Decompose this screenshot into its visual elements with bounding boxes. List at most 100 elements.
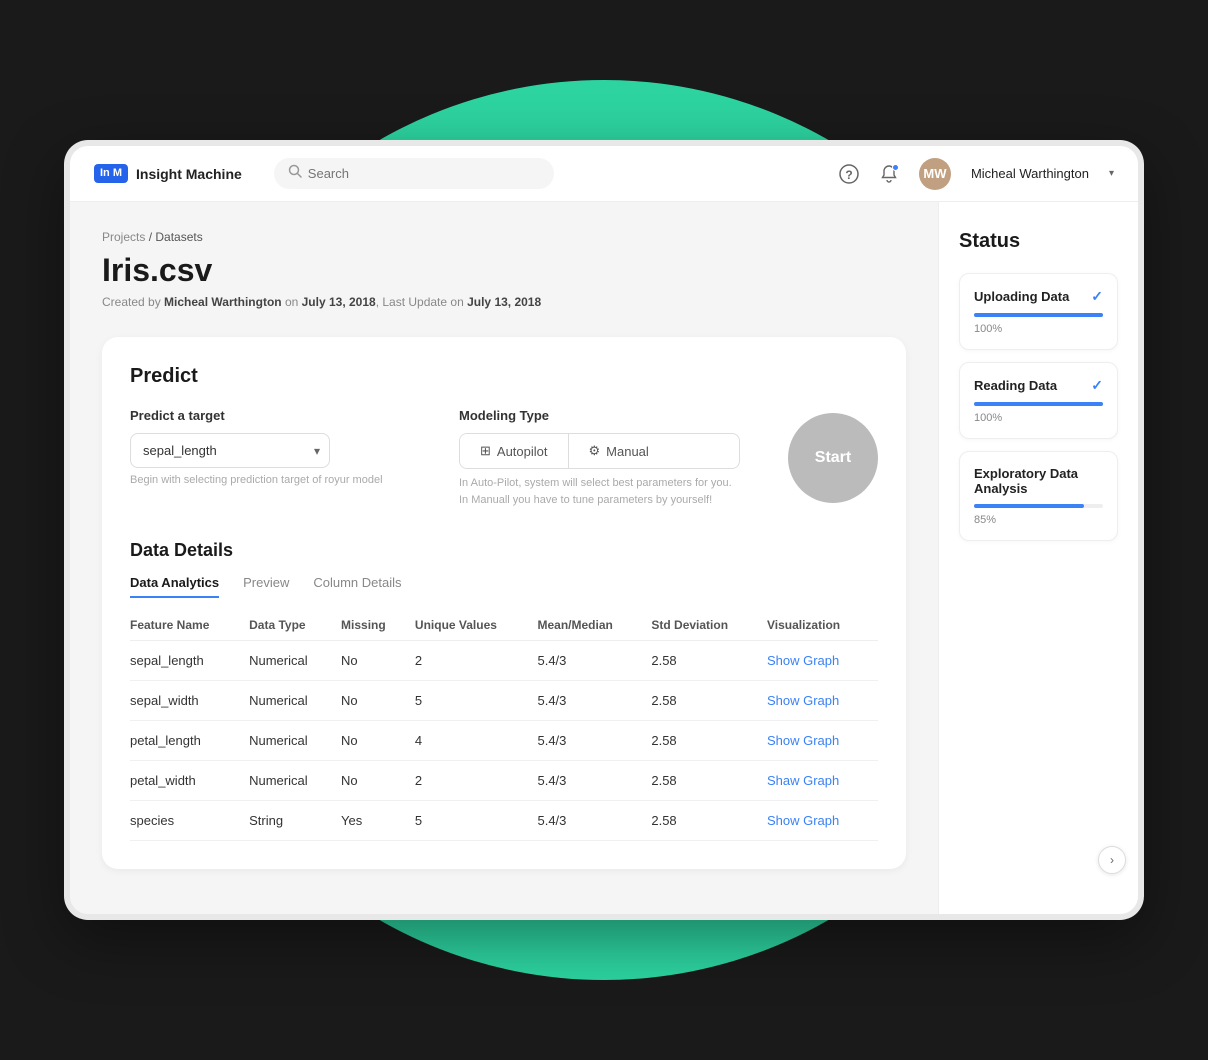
cell-mean-median: 5.4/3 bbox=[537, 761, 651, 801]
search-icon bbox=[288, 164, 302, 183]
autopilot-icon: ⊞ bbox=[480, 443, 491, 459]
table-row: species String Yes 5 5.4/3 2.58 Show Gra… bbox=[130, 801, 878, 841]
status-bar-fill bbox=[974, 504, 1084, 508]
cell-feature: species bbox=[130, 801, 249, 841]
page-title: Iris.csv bbox=[102, 252, 906, 289]
predict-row: Predict a target sepal_length sepal_widt… bbox=[130, 408, 878, 508]
tab-column-details[interactable]: Column Details bbox=[313, 575, 401, 598]
device-frame: In M Insight Machine ? bbox=[64, 140, 1144, 920]
expand-sidebar-button[interactable]: › bbox=[1098, 846, 1126, 874]
show-graph-link[interactable]: Show Graph bbox=[767, 813, 839, 828]
status-pct: 100% bbox=[974, 412, 1103, 424]
autopilot-label: Autopilot bbox=[497, 444, 548, 459]
start-button[interactable]: Start bbox=[788, 413, 878, 503]
breadcrumb-projects[interactable]: Projects bbox=[102, 230, 145, 244]
status-check-icon: ✓ bbox=[1091, 377, 1103, 394]
cell-unique: 5 bbox=[415, 801, 538, 841]
modeling-hint: In Auto-Pilot, system will select best p… bbox=[459, 475, 739, 508]
show-graph-link[interactable]: Show Graph bbox=[767, 733, 839, 748]
last-update-date: July 13, 2018 bbox=[467, 295, 541, 309]
page-subtitle: Created by Micheal Warthington on July 1… bbox=[102, 295, 906, 309]
col-data-type: Data Type bbox=[249, 610, 341, 641]
scene: In M Insight Machine ? bbox=[0, 0, 1208, 1060]
creator-name: Micheal Warthington bbox=[164, 295, 282, 309]
show-graph-link[interactable]: Show Graph bbox=[767, 653, 839, 668]
target-hint: Begin with selecting prediction target o… bbox=[130, 474, 411, 486]
col-visualization: Visualization bbox=[767, 610, 878, 641]
table-row: petal_length Numerical No 4 5.4/3 2.58 S… bbox=[130, 721, 878, 761]
status-bar-bg bbox=[974, 504, 1103, 508]
table-row: sepal_width Numerical No 5 5.4/3 2.58 Sh… bbox=[130, 681, 878, 721]
cell-missing: No bbox=[341, 681, 415, 721]
data-table: Feature Name Data Type Missing Unique Va… bbox=[130, 610, 878, 841]
search-box[interactable] bbox=[274, 158, 554, 189]
cell-type: Numerical bbox=[249, 641, 341, 681]
cell-feature: sepal_length bbox=[130, 641, 249, 681]
breadcrumb-datasets: Datasets bbox=[155, 230, 202, 244]
chevron-down-icon[interactable]: ▾ bbox=[1109, 168, 1114, 179]
predict-target-col: Predict a target sepal_length sepal_widt… bbox=[130, 408, 411, 486]
cell-type: Numerical bbox=[249, 681, 341, 721]
device-screen: In M Insight Machine ? bbox=[70, 146, 1138, 914]
status-title: Status bbox=[959, 230, 1118, 253]
table-header-row: Feature Name Data Type Missing Unique Va… bbox=[130, 610, 878, 641]
notification-dot bbox=[892, 164, 899, 171]
cell-unique: 2 bbox=[415, 641, 538, 681]
user-name: Micheal Warthington bbox=[971, 166, 1089, 181]
table-row: sepal_length Numerical No 2 5.4/3 2.58 S… bbox=[130, 641, 878, 681]
cell-mean-median: 5.4/3 bbox=[537, 681, 651, 721]
status-card-name: Reading Data bbox=[974, 378, 1057, 393]
target-select-wrapper: sepal_length sepal_width petal_length pe… bbox=[130, 433, 330, 468]
cell-std-dev: 2.58 bbox=[651, 721, 767, 761]
col-mean-median: Mean/Median bbox=[537, 610, 651, 641]
cell-type: Numerical bbox=[249, 761, 341, 801]
cell-type: Numerical bbox=[249, 721, 341, 761]
cell-missing: No bbox=[341, 761, 415, 801]
target-label: Predict a target bbox=[130, 408, 411, 423]
status-card-name: Exploratory Data Analysis bbox=[974, 466, 1103, 496]
cell-feature: sepal_width bbox=[130, 681, 249, 721]
search-input[interactable] bbox=[308, 166, 540, 181]
status-card: Reading Data ✓ 100% bbox=[959, 362, 1118, 439]
status-bar-fill bbox=[974, 313, 1103, 317]
status-sidebar: Status Uploading Data ✓ 100% Reading Dat… bbox=[938, 202, 1138, 914]
manual-icon: ⚙ bbox=[589, 443, 601, 459]
cell-mean-median: 5.4/3 bbox=[537, 641, 651, 681]
target-select[interactable]: sepal_length sepal_width petal_length pe… bbox=[130, 433, 330, 468]
status-bar-bg bbox=[974, 313, 1103, 317]
show-graph-link[interactable]: Shaw Graph bbox=[767, 773, 839, 788]
main-card: Predict Predict a target sepal_length se… bbox=[102, 337, 906, 869]
cell-feature: petal_length bbox=[130, 721, 249, 761]
logo-box: In M bbox=[94, 164, 128, 183]
status-bar-fill bbox=[974, 402, 1103, 406]
cell-missing: No bbox=[341, 721, 415, 761]
svg-text:?: ? bbox=[845, 168, 852, 182]
status-card: Uploading Data ✓ 100% bbox=[959, 273, 1118, 350]
brand-name: Insight Machine bbox=[136, 166, 242, 182]
status-check-icon: ✓ bbox=[1091, 288, 1103, 305]
autopilot-button[interactable]: ⊞ Autopilot bbox=[460, 434, 569, 468]
main-content: Projects / Datasets Iris.csv Created by … bbox=[70, 202, 938, 914]
tab-data-analytics[interactable]: Data Analytics bbox=[130, 575, 219, 598]
cell-std-dev: 2.58 bbox=[651, 681, 767, 721]
tab-preview[interactable]: Preview bbox=[243, 575, 289, 598]
show-graph-link[interactable]: Show Graph bbox=[767, 693, 839, 708]
manual-button[interactable]: ⚙ Manual bbox=[569, 434, 669, 468]
cell-mean-median: 5.4/3 bbox=[537, 801, 651, 841]
cell-std-dev: 2.58 bbox=[651, 761, 767, 801]
cell-std-dev: 2.58 bbox=[651, 801, 767, 841]
avatar[interactable]: MW bbox=[919, 158, 951, 190]
status-pct: 100% bbox=[974, 323, 1103, 335]
cell-unique: 2 bbox=[415, 761, 538, 801]
content-area: Projects / Datasets Iris.csv Created by … bbox=[70, 202, 1138, 914]
status-pct: 85% bbox=[974, 514, 1103, 526]
status-card-name: Uploading Data bbox=[974, 289, 1069, 304]
notification-icon[interactable] bbox=[879, 164, 899, 184]
cell-std-dev: 2.58 bbox=[651, 641, 767, 681]
modeling-label: Modeling Type bbox=[459, 408, 740, 423]
status-bar-bg bbox=[974, 402, 1103, 406]
table-row: petal_width Numerical No 2 5.4/3 2.58 Sh… bbox=[130, 761, 878, 801]
help-icon[interactable]: ? bbox=[839, 164, 859, 184]
breadcrumb: Projects / Datasets bbox=[102, 230, 906, 244]
predict-title: Predict bbox=[130, 365, 878, 388]
